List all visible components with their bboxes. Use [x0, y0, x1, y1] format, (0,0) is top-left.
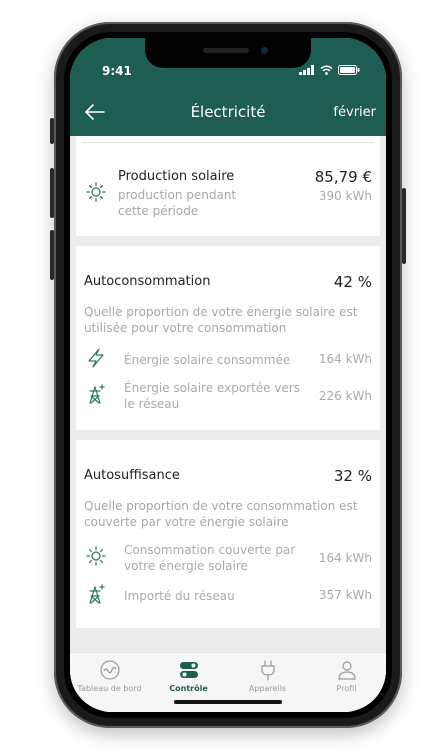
app-screen: 9:41 Électricité février Production sola… — [70, 38, 386, 712]
solar-production-energy: 390 kWh — [318, 189, 372, 203]
notch — [145, 38, 311, 68]
autoconsommation-description: Quelle proportion de votre énergie solai… — [84, 305, 358, 335]
autoconsommation-title: Autoconsommation — [84, 274, 211, 289]
autosuffisance-item-label: Consommation couverte par votre énergie … — [124, 543, 296, 573]
battery-icon — [338, 65, 360, 75]
tab-appareils[interactable]: Appareils — [228, 659, 307, 693]
volume-up-button — [50, 168, 54, 218]
tab-profil[interactable]: Profil — [307, 659, 386, 693]
phone-bezel: 9:41 Électricité février Production sola… — [64, 32, 392, 718]
toggle-icon — [179, 662, 198, 678]
solar-production-subtitle: production pendant cette période — [118, 188, 237, 218]
tab-label: Contrôle — [169, 684, 208, 693]
content-scroll[interactable]: Production solaire production pendant ce… — [70, 136, 386, 652]
sun-icon — [86, 546, 106, 566]
month-selector[interactable]: février — [333, 105, 376, 120]
bolt-icon — [88, 348, 104, 368]
speaker — [203, 48, 249, 53]
phone-frame: 9:41 Électricité février Production sola… — [50, 22, 406, 728]
autoconsommation-percent: 42 % — [333, 273, 372, 291]
signal-icon — [299, 65, 314, 75]
power-button — [402, 188, 406, 264]
solar-production-title: Production solaire — [118, 169, 235, 184]
front-camera — [261, 47, 268, 54]
gauge-icon — [99, 660, 120, 680]
autosuffisance-item-value: 164 kWh — [318, 551, 372, 565]
tab-tableau-de-bord[interactable]: Tableau de bord — [70, 659, 149, 693]
autosuffisance-description: Quelle proportion de votre consommation … — [84, 499, 358, 529]
autoconsommation-item-value: 226 kWh — [318, 389, 372, 403]
home-indicator[interactable] — [174, 700, 282, 704]
autoconsommation-item-label: Énergie solaire consommée — [124, 353, 291, 367]
volume-down-button — [50, 230, 54, 280]
autosuffisance-title: Autosuffisance — [84, 468, 180, 483]
autoconsommation-item-label: Énergie solaire exportée vers le réseau — [124, 381, 301, 411]
autosuffisance-item-value: 357 kWh — [318, 588, 372, 602]
plug-icon — [260, 660, 275, 681]
pylon-export-icon — [89, 384, 105, 404]
autoconsommation-card: Autoconsommation 42 % Quelle proportion … — [76, 246, 380, 430]
sun-icon — [86, 182, 106, 202]
tab-label: Profil — [336, 684, 357, 693]
autosuffisance-card: Autosuffisance 32 % Quelle proportion de… — [76, 440, 380, 628]
autosuffisance-percent: 32 % — [333, 467, 372, 485]
solar-production-card: Production solaire production pendant ce… — [76, 136, 380, 236]
mute-switch — [50, 118, 54, 144]
status-icons — [299, 65, 360, 75]
solar-production-amount: 85,79 € — [314, 168, 372, 186]
tab-label: Tableau de bord — [77, 684, 142, 693]
tab-controle[interactable]: Contrôle — [149, 659, 228, 693]
wifi-icon — [320, 65, 333, 75]
pylon-import-icon — [89, 584, 105, 604]
autosuffisance-item-label: Importé du réseau — [124, 589, 235, 603]
autoconsommation-item-value: 164 kWh — [318, 352, 372, 366]
tab-label: Appareils — [248, 684, 287, 693]
app-header: 9:41 Électricité février — [70, 38, 386, 136]
divider — [82, 142, 374, 143]
person-icon — [337, 661, 356, 680]
status-time: 9:41 — [102, 64, 132, 78]
